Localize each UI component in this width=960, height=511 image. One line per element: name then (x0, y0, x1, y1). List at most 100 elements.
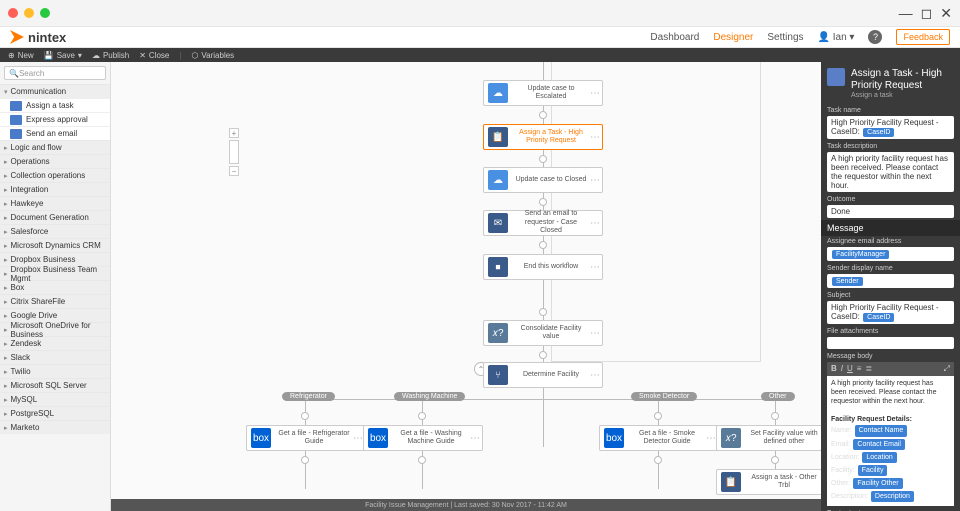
action-icon (10, 129, 22, 139)
node-end-workflow[interactable]: ⏹End this workflow⋯ (483, 254, 603, 280)
window-close-mac[interactable] (8, 8, 18, 18)
box-icon: box (368, 428, 388, 448)
node-menu[interactable]: ⋯ (590, 218, 602, 229)
branch-smoke[interactable]: Smoke Detector (631, 392, 697, 401)
nav-dashboard[interactable]: Dashboard (650, 32, 699, 43)
category-item[interactable]: ▸Marketo (0, 420, 110, 434)
category-item[interactable]: ▸PostgreSQL (0, 406, 110, 420)
subject-input[interactable]: High Priority Facility Request - CaseID:… (827, 301, 954, 324)
category-item[interactable]: ▸Microsoft SQL Server (0, 378, 110, 392)
toolbar-save[interactable]: 💾 Save ▾ (44, 51, 82, 60)
message-section: Message (821, 220, 960, 236)
salesforce-icon: ☁ (488, 83, 508, 103)
action-icon (10, 115, 22, 125)
node-menu[interactable]: ⋯ (590, 175, 602, 186)
node-assign-other[interactable]: 📋Assign a task - Other Trbl⋯ (716, 469, 821, 495)
nav-user[interactable]: 👤 Ian ▾ (818, 32, 855, 43)
toolbar-variables[interactable]: ⬡ Variables (191, 51, 234, 60)
feedback-button[interactable]: Feedback (896, 29, 950, 45)
task-name-input[interactable]: High Priority Facility Request - CaseID:… (827, 116, 954, 139)
node-consolidate[interactable]: 𝑥?Consolidate Facility value⋯ (483, 320, 603, 346)
italic-icon[interactable]: I (841, 364, 843, 374)
nav-settings[interactable]: Settings (767, 32, 803, 43)
properties-panel: Assign a Task - High Priority Request As… (821, 62, 960, 511)
list-icon[interactable]: ≡ (857, 364, 862, 374)
node-menu[interactable]: ⋯ (590, 132, 602, 143)
zoom-in[interactable]: + (229, 128, 239, 138)
task-desc-input[interactable]: A high priority facility request has bee… (827, 152, 954, 192)
zoom-out[interactable]: − (229, 166, 239, 176)
nav-designer[interactable]: Designer (713, 32, 753, 43)
category-item[interactable]: ▸Collection operations (0, 168, 110, 182)
category-item[interactable]: ▸Microsoft Dynamics CRM (0, 238, 110, 252)
brand-logo: nintex (10, 30, 66, 45)
rte-toolbar[interactable]: B I U ≡ ≣ ⤢ (827, 362, 954, 376)
ordered-list-icon[interactable]: ≣ (865, 364, 872, 374)
toolbar-close[interactable]: ✕ Close (139, 51, 169, 60)
message-body-input[interactable]: A high priority facility request has bee… (827, 376, 954, 506)
branch-refrigerator[interactable]: Refrigerator (282, 392, 335, 401)
category-item[interactable]: ▸Hawkeye (0, 196, 110, 210)
branch-other[interactable]: Other (761, 392, 795, 401)
sender-input[interactable]: Sender (827, 274, 954, 288)
workflow-canvas[interactable]: + − ☁Update case to Escalated⋯ 📋Assign a… (111, 62, 821, 511)
node-menu[interactable]: ⋯ (590, 88, 602, 99)
bold-icon[interactable]: B (831, 364, 837, 374)
node-get-smoke[interactable]: boxGet a file - Smoke Detector Guide⋯ (599, 425, 719, 451)
action-icon (10, 101, 22, 111)
node-menu[interactable]: ⋯ (590, 262, 602, 273)
zoom-track[interactable] (229, 140, 239, 164)
category-item[interactable]: ▸Slack (0, 350, 110, 364)
node-menu[interactable]: ⋯ (590, 370, 602, 381)
action-item[interactable]: Express approval (0, 112, 110, 126)
action-item[interactable]: Send an email (0, 126, 110, 140)
category-item[interactable]: ▸Document Generation (0, 210, 110, 224)
category-item[interactable]: ▸Salesforce (0, 224, 110, 238)
node-update-escalated[interactable]: ☁Update case to Escalated⋯ (483, 80, 603, 106)
variable-icon: 𝑥? (721, 428, 741, 448)
underline-icon[interactable]: U (847, 364, 853, 374)
assignee-input[interactable]: FacilityManager (827, 247, 954, 261)
category-item[interactable]: ▸Integration (0, 182, 110, 196)
category-item[interactable]: ▸Operations (0, 154, 110, 168)
toolbar-publish[interactable]: ☁ Publish (92, 51, 129, 60)
category-item[interactable]: ▸Microsoft OneDrive for Business (0, 322, 110, 336)
action-sidebar: 🔍 Search ▾Communication Assign a taskExp… (0, 62, 111, 511)
outcome-input[interactable]: Done (827, 205, 954, 218)
box-icon: box (604, 428, 624, 448)
action-item[interactable]: Assign a task (0, 98, 110, 112)
node-set-other[interactable]: 𝑥?Set Facility value with defined other⋯ (716, 425, 821, 451)
category-item[interactable]: ▸Twilio (0, 364, 110, 378)
attachments-input[interactable] (827, 337, 954, 349)
search-input[interactable]: 🔍 Search (4, 66, 106, 80)
branch-washing[interactable]: Washing Machine (394, 392, 465, 401)
panel-title: Assign a Task - High Priority Request (851, 68, 954, 92)
toolbar-new[interactable]: ⊕ New (8, 51, 34, 60)
task-icon: 📋 (488, 127, 508, 147)
expand-icon[interactable]: ⤢ (944, 364, 950, 374)
node-update-closed[interactable]: ☁Update case to Closed⋯ (483, 167, 603, 193)
window-minimize-mac[interactable] (24, 8, 34, 18)
window-maximize[interactable]: ◻ (921, 5, 933, 22)
help-icon[interactable]: ? (868, 30, 882, 44)
branch-icon: ⑂ (488, 365, 508, 385)
task-icon (827, 68, 845, 86)
node-get-refrigerator[interactable]: boxGet a file - Refrigerator Guide⋯ (246, 425, 366, 451)
window-close[interactable]: ✕ (940, 5, 952, 22)
category-item[interactable]: ▸MySQL (0, 392, 110, 406)
logo-icon (10, 30, 24, 44)
panel-subtitle: Assign a task (851, 92, 954, 99)
window-minimize[interactable]: — (899, 5, 913, 22)
node-menu[interactable]: ⋯ (590, 328, 602, 339)
canvas-footer: Facility Issue Management | Last saved: … (111, 499, 821, 511)
category-item[interactable]: ▸Citrix ShareFile (0, 294, 110, 308)
node-determine-facility[interactable]: ⑂Determine Facility⋯ (483, 362, 603, 388)
window-zoom-mac[interactable] (40, 8, 50, 18)
category-item[interactable]: ▸Logic and flow (0, 140, 110, 154)
node-assign-task[interactable]: 📋Assign a Task - High Priority Request⋯ (483, 124, 603, 150)
category-item[interactable]: ▸Dropbox Business Team Mgmt (0, 266, 110, 280)
category-communication[interactable]: ▾Communication (0, 84, 110, 98)
node-email-requestor[interactable]: ✉Send an email to requestor - Case Close… (483, 210, 603, 236)
node-get-washing[interactable]: boxGet a file - Washing Machine Guide⋯ (363, 425, 483, 451)
task-icon: 📋 (721, 472, 741, 492)
